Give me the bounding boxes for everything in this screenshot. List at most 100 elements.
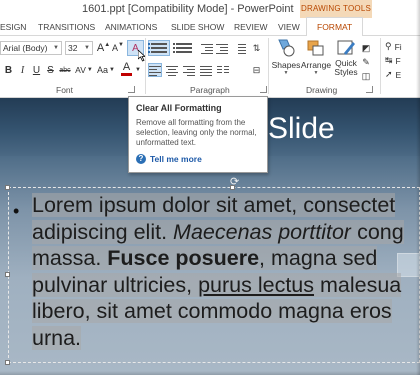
body-line: massa. Fusce posuere, magna sed <box>32 245 420 272</box>
body-text-run: urna. <box>32 325 82 350</box>
find-button[interactable]: ⚲ Fi <box>385 40 420 53</box>
decrease-indent-icon <box>200 43 213 54</box>
change-case-button[interactable]: Aa ▼ <box>96 63 116 77</box>
pencil-icon: ✎ <box>362 56 370 67</box>
change-case-icon: Aa <box>97 65 109 75</box>
align-text-icon: ⊟ <box>252 64 261 75</box>
line-spacing-icon <box>234 43 246 54</box>
quick-styles-button[interactable]: Quick Styles <box>333 38 359 84</box>
body-text-run: adipiscing elit. <box>32 219 174 244</box>
body-italic-run: Maecenas porttitor <box>173 219 352 244</box>
title-bar: 1601.ppt [Compatibility Mode] - PowerPoi… <box>0 0 420 18</box>
justify-icon <box>200 65 212 76</box>
shapes-button[interactable]: Shapes ▼ <box>272 38 300 82</box>
character-spacing-button[interactable]: AV ▼ <box>75 63 93 77</box>
body-underline-run: purus lectus <box>198 272 315 297</box>
underline-button[interactable]: U <box>31 63 42 77</box>
align-center-button[interactable] <box>165 63 179 77</box>
tab-format[interactable]: FORMAT <box>306 17 364 36</box>
numbering-icon <box>173 41 195 55</box>
paint-bucket-icon: ◩ <box>361 42 371 53</box>
tab-design[interactable]: ESIGN <box>0 22 26 32</box>
tell-me-more-label: Tell me more <box>150 154 202 164</box>
align-right-icon <box>183 65 195 76</box>
strikethrough-button[interactable]: abc <box>58 63 72 77</box>
window-title: 1601.ppt [Compatibility Mode] - PowerPoi… <box>82 3 294 15</box>
drawing-group-label: Drawing <box>306 85 338 95</box>
shrink-font-button[interactable]: A ▼ <box>112 41 124 55</box>
font-color-swatch <box>121 73 132 76</box>
group-divider <box>268 38 269 94</box>
align-left-icon <box>149 65 161 76</box>
grow-font-button[interactable]: A ▲ <box>97 41 110 55</box>
tab-transitions[interactable]: TRANSITIONS <box>38 22 95 32</box>
font-name-dropdown[interactable]: Arial (Body) ▼ <box>0 41 62 55</box>
replace-button[interactable]: ↹ F <box>385 54 420 67</box>
font-dialog-launcher[interactable] <box>128 86 135 93</box>
slide-body-text[interactable]: Lorem ipsum dolor sit amet, consectet ad… <box>32 192 420 351</box>
body-text-run: malesua <box>314 272 402 297</box>
font-size-dropdown[interactable]: 32 ▼ <box>65 41 93 55</box>
tab-slide-show[interactable]: SLIDE SHOW <box>171 22 224 32</box>
tab-view[interactable]: VIEW <box>278 22 300 32</box>
tab-review[interactable]: REVIEW <box>234 22 268 32</box>
numbering-button[interactable] <box>173 40 195 56</box>
text-direction-button[interactable]: ⇅ <box>248 41 265 55</box>
quick-styles-icon <box>337 40 355 55</box>
resize-handle[interactable] <box>230 185 235 190</box>
italic-button[interactable]: I <box>17 63 28 77</box>
clear-formatting-button[interactable]: A <box>127 40 147 62</box>
resize-handle[interactable] <box>5 272 10 277</box>
shadow-button[interactable]: S <box>45 63 56 77</box>
replace-label: F <box>395 55 401 66</box>
increase-indent-icon <box>215 43 228 54</box>
group-divider <box>145 38 146 94</box>
body-line: urna. <box>32 325 420 352</box>
body-text-run: Lorem ipsum dolor sit amet, consectet <box>32 193 396 217</box>
tab-animations[interactable]: ANIMATIONS <box>105 22 157 32</box>
paragraph-dialog-launcher[interactable] <box>260 86 267 93</box>
slide-title[interactable]: Slide <box>268 112 335 146</box>
shape-effects-button[interactable]: ◫ <box>360 69 372 83</box>
font-size-value: 32 <box>68 43 78 53</box>
decrease-indent-button[interactable] <box>200 41 213 55</box>
resize-handle[interactable] <box>5 360 10 365</box>
body-line: libero, sit amet commodo magna eros <box>32 298 420 325</box>
bullet-mark: • <box>13 201 20 221</box>
increase-indent-button[interactable] <box>215 41 228 55</box>
bold-button[interactable]: B <box>3 63 14 77</box>
align-right-button[interactable] <box>182 63 196 77</box>
align-center-icon <box>166 65 178 76</box>
grow-font-icon: A <box>96 42 105 54</box>
tell-me-more-link[interactable]: ? Tell me more <box>136 154 202 164</box>
shape-outline-button[interactable]: ✎ <box>360 55 372 69</box>
body-text-run: cong <box>351 219 404 244</box>
frame-shadow <box>416 0 420 375</box>
tooltip-description: Remove all formatting from the selection… <box>136 118 257 147</box>
font-color-button[interactable]: A <box>120 61 133 77</box>
align-text-button[interactable]: ⊟ <box>248 63 265 77</box>
body-text-run: massa. <box>32 246 108 270</box>
paragraph-group-label: Paragraph <box>190 85 230 95</box>
arrange-icon <box>307 40 324 56</box>
select-button[interactable]: ➚ E <box>385 68 420 81</box>
arrange-button[interactable]: Arrange ▼ <box>301 38 331 82</box>
line-spacing-button[interactable] <box>232 41 247 55</box>
resize-handle[interactable] <box>5 185 10 190</box>
body-text-run: , magna sed <box>259 246 378 270</box>
shapes-label: Shapes <box>271 60 301 70</box>
columns-button[interactable] <box>216 63 230 77</box>
font-color-icon: A <box>122 61 131 73</box>
chevron-down-icon[interactable]: ▼ <box>134 63 142 77</box>
body-bold-run: Fusce posuere <box>107 246 260 270</box>
drawing-dialog-launcher[interactable] <box>366 86 373 93</box>
bullets-button[interactable] <box>148 40 170 56</box>
align-left-button[interactable] <box>148 63 162 77</box>
clear-formatting-tooltip: Clear All Formatting Remove all formatti… <box>128 96 268 173</box>
arrange-label: Arrange <box>300 60 332 70</box>
chevron-down-icon: ▼ <box>84 45 90 51</box>
shape-fill-button[interactable]: ◩ <box>360 41 372 55</box>
character-spacing-icon: AV <box>75 65 86 75</box>
justify-button[interactable] <box>199 63 213 77</box>
powerpoint-window: 1601.ppt [Compatibility Mode] - PowerPoi… <box>0 0 420 375</box>
